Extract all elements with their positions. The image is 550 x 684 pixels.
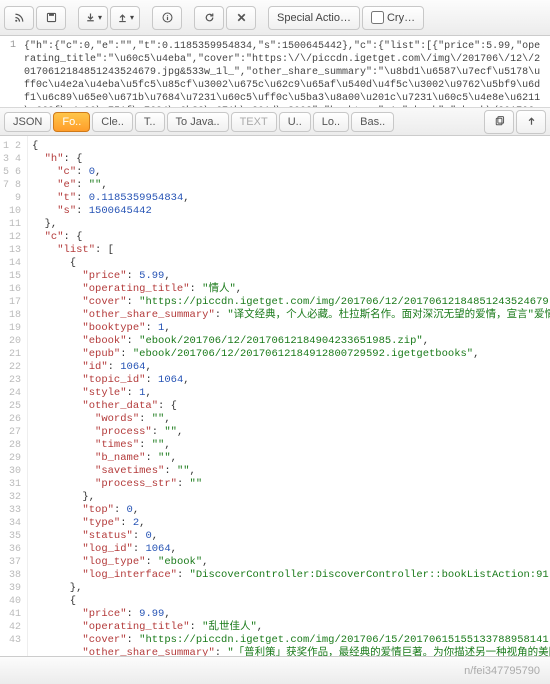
special-actions-button[interactable]: Special Actio… bbox=[268, 6, 360, 30]
tab-bas[interactable]: Bas.. bbox=[351, 112, 394, 132]
raw-text-content[interactable]: {"h":{"c":0,"e":"","t":0.1185359954834,"… bbox=[20, 36, 550, 107]
watermark-text: n/fei347795790 bbox=[464, 665, 540, 677]
tab-clean[interactable]: Cle.. bbox=[92, 112, 133, 132]
line-gutter: 1 2 3 4 5 6 7 8 9 10 11 12 13 14 15 16 1… bbox=[0, 136, 28, 656]
collapse-icon[interactable] bbox=[516, 110, 546, 134]
tab-text[interactable]: TEXT bbox=[231, 112, 277, 132]
main-toolbar: ▾ ▾ Special Actio… Cry… bbox=[0, 0, 550, 36]
raw-request-panel: 1 {"h":{"c":0,"e":"","t":0.1185359954834… bbox=[0, 36, 550, 108]
copy-icon[interactable] bbox=[484, 110, 514, 134]
tab-tojava[interactable]: To Java.. bbox=[167, 112, 229, 132]
tab-format[interactable]: Fo.. bbox=[53, 112, 90, 132]
tab-t[interactable]: T.. bbox=[135, 112, 165, 132]
tab-lo[interactable]: Lo.. bbox=[313, 112, 349, 132]
download-icon[interactable]: ▾ bbox=[78, 6, 108, 30]
tab-u[interactable]: U.. bbox=[279, 112, 311, 132]
code-viewer[interactable]: 1 2 3 4 5 6 7 8 9 10 11 12 13 14 15 16 1… bbox=[0, 136, 550, 656]
tab-json[interactable]: JSON bbox=[4, 112, 51, 132]
reload-icon[interactable] bbox=[194, 6, 224, 30]
code-source[interactable]: { "h": { "c": 0, "e": "", "t": 0.1185359… bbox=[28, 136, 550, 656]
raw-line-number: 1 bbox=[0, 36, 20, 107]
info-icon[interactable] bbox=[152, 6, 182, 30]
cry-button[interactable]: Cry… bbox=[362, 6, 424, 30]
cry-checkbox[interactable] bbox=[371, 11, 384, 24]
footer-bar: n/fei347795790 bbox=[0, 656, 550, 684]
disk-icon[interactable] bbox=[36, 6, 66, 30]
cancel-icon[interactable] bbox=[226, 6, 256, 30]
cry-label: Cry… bbox=[387, 12, 415, 24]
format-tabbar: JSON Fo.. Cle.. T.. To Java.. TEXT U.. L… bbox=[0, 108, 550, 136]
upload-icon[interactable]: ▾ bbox=[110, 6, 140, 30]
network-icon[interactable] bbox=[4, 6, 34, 30]
